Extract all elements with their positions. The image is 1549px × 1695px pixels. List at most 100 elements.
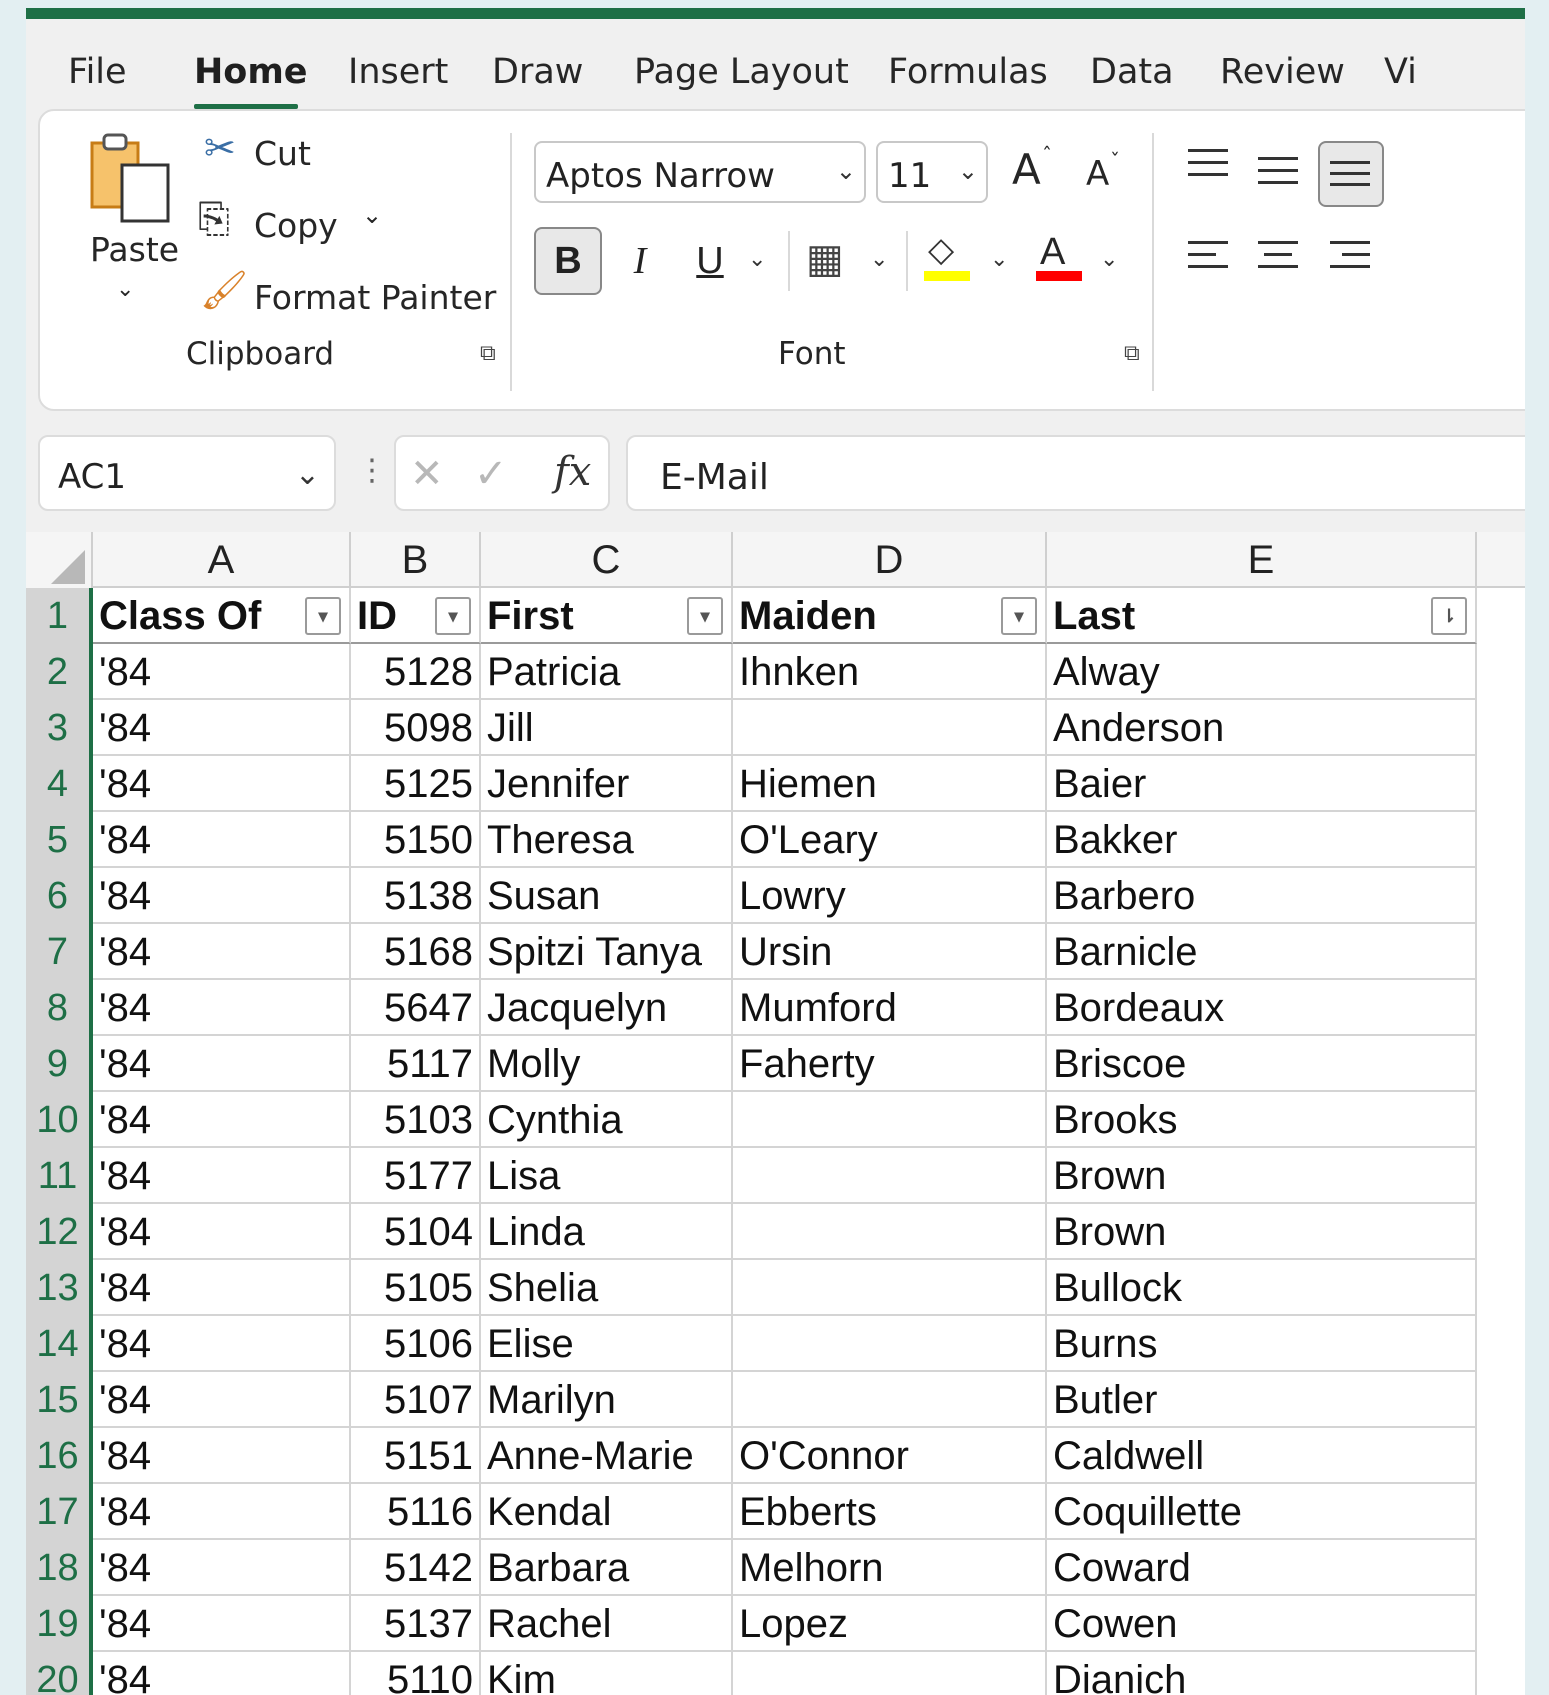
table-cell[interactable]: Jacquelyn — [481, 980, 733, 1036]
table-cell[interactable]: Ihnken — [733, 644, 1047, 700]
font-color-button[interactable]: A — [1040, 233, 1065, 271]
row-header[interactable]: 6 — [26, 868, 89, 924]
italic-button[interactable]: I — [606, 227, 674, 295]
table-cell[interactable] — [733, 1652, 1047, 1695]
table-cell[interactable]: Kim — [481, 1652, 733, 1695]
header-cell[interactable]: ID ▾ — [351, 588, 481, 644]
table-cell[interactable]: Dianich — [1047, 1652, 1477, 1695]
filter-dropdown-button[interactable]: ▾ — [1001, 597, 1037, 635]
table-cell[interactable]: Melhorn — [733, 1540, 1047, 1596]
table-cell[interactable]: 5116 — [351, 1484, 481, 1540]
table-cell[interactable]: '84 — [93, 1540, 351, 1596]
column-header-c[interactable]: C — [481, 532, 733, 588]
cancel-icon[interactable]: ✕ — [410, 451, 444, 497]
table-cell[interactable]: Jill — [481, 700, 733, 756]
row-header[interactable]: 4 — [26, 756, 89, 812]
tab-review[interactable]: Review — [1220, 55, 1345, 90]
table-cell[interactable]: '84 — [93, 1260, 351, 1316]
table-cell[interactable]: Lopez — [733, 1596, 1047, 1652]
table-cell[interactable]: Brown — [1047, 1148, 1477, 1204]
table-cell[interactable]: Butler — [1047, 1372, 1477, 1428]
tab-file[interactable]: File — [68, 55, 127, 90]
row-header[interactable]: 12 — [26, 1204, 89, 1260]
table-cell[interactable] — [733, 1148, 1047, 1204]
fill-color-dropdown-icon[interactable]: ⌄ — [990, 247, 1008, 272]
filter-dropdown-button[interactable]: ▾ — [687, 597, 723, 635]
filter-dropdown-button[interactable]: ▾ — [305, 597, 341, 635]
table-cell[interactable]: '84 — [93, 1148, 351, 1204]
table-cell[interactable]: Linda — [481, 1204, 733, 1260]
table-cell[interactable]: Ursin — [733, 924, 1047, 980]
row-header[interactable]: 9 — [26, 1036, 89, 1092]
align-right-icon[interactable] — [1330, 241, 1378, 285]
column-header-a[interactable]: A — [93, 532, 351, 588]
table-cell[interactable]: Rachel — [481, 1596, 733, 1652]
table-cell[interactable]: Spitzi Tanya — [481, 924, 733, 980]
table-cell[interactable] — [733, 1260, 1047, 1316]
tab-insert[interactable]: Insert — [348, 55, 448, 90]
row-header[interactable]: 18 — [26, 1540, 89, 1596]
row-header[interactable]: 1 — [26, 588, 89, 644]
copy-dropdown-icon[interactable]: ⌄ — [362, 203, 382, 227]
row-header[interactable]: 20 — [26, 1652, 89, 1695]
borders-icon[interactable]: ▦ — [806, 239, 844, 279]
table-cell[interactable]: 5177 — [351, 1148, 481, 1204]
table-cell[interactable]: 5137 — [351, 1596, 481, 1652]
header-cell[interactable]: Class Of ▾ — [93, 588, 351, 644]
paste-button[interactable] — [84, 129, 176, 228]
table-cell[interactable]: Theresa — [481, 812, 733, 868]
table-cell[interactable]: Ebberts — [733, 1484, 1047, 1540]
table-cell[interactable]: 5138 — [351, 868, 481, 924]
table-cell[interactable]: Marilyn — [481, 1372, 733, 1428]
table-cell[interactable]: Mumford — [733, 980, 1047, 1036]
table-cell[interactable]: 5098 — [351, 700, 481, 756]
font-size-select[interactable]: 11 ⌄ — [876, 141, 988, 203]
row-header[interactable]: 10 — [26, 1092, 89, 1148]
table-cell[interactable]: '84 — [93, 1036, 351, 1092]
tab-home[interactable]: Home — [194, 55, 308, 90]
more-options-icon[interactable]: ⋮ — [357, 453, 387, 488]
header-cell[interactable]: Maiden ▾ — [733, 588, 1047, 644]
row-header[interactable]: 13 — [26, 1260, 89, 1316]
insert-function-button[interactable]: fx — [554, 449, 591, 495]
font-color-dropdown-icon[interactable]: ⌄ — [1100, 247, 1118, 272]
tab-draw[interactable]: Draw — [492, 55, 583, 90]
table-cell[interactable]: '84 — [93, 1316, 351, 1372]
align-top-icon[interactable] — [1188, 149, 1236, 193]
formula-input[interactable]: E-Mail — [626, 435, 1525, 511]
table-cell[interactable]: Coquillette — [1047, 1484, 1477, 1540]
paste-dropdown-icon[interactable]: ⌄ — [116, 279, 134, 301]
row-header[interactable]: 5 — [26, 812, 89, 868]
table-cell[interactable]: '84 — [93, 1484, 351, 1540]
table-cell[interactable]: 5647 — [351, 980, 481, 1036]
underline-dropdown-icon[interactable]: ⌄ — [748, 247, 766, 272]
table-cell[interactable]: 5168 — [351, 924, 481, 980]
font-launcher-icon[interactable]: ⧉ — [1124, 343, 1140, 365]
filter-dropdown-button[interactable]: ▾ — [435, 597, 471, 635]
table-cell[interactable]: '84 — [93, 812, 351, 868]
table-cell[interactable]: '84 — [93, 1428, 351, 1484]
table-cell[interactable] — [733, 1372, 1047, 1428]
format-painter-button[interactable]: Format Painter — [254, 281, 496, 314]
table-cell[interactable]: Brooks — [1047, 1092, 1477, 1148]
table-cell[interactable]: Molly — [481, 1036, 733, 1092]
table-cell[interactable]: 5125 — [351, 756, 481, 812]
table-cell[interactable]: Faherty — [733, 1036, 1047, 1092]
table-cell[interactable]: 5151 — [351, 1428, 481, 1484]
tab-formulas[interactable]: Formulas — [888, 55, 1048, 90]
underline-button[interactable]: U — [676, 227, 744, 295]
table-cell[interactable]: O'Connor — [733, 1428, 1047, 1484]
table-cell[interactable]: Baier — [1047, 756, 1477, 812]
filter-dropdown-button[interactable]: ⇂ — [1431, 597, 1467, 635]
paste-label[interactable]: Paste — [90, 233, 179, 266]
table-cell[interactable] — [733, 700, 1047, 756]
row-header[interactable]: 17 — [26, 1484, 89, 1540]
table-cell[interactable]: 5105 — [351, 1260, 481, 1316]
tab-data[interactable]: Data — [1090, 55, 1174, 90]
copy-button[interactable]: Copy — [254, 209, 338, 242]
column-header-d[interactable]: D — [733, 532, 1047, 588]
table-cell[interactable]: '84 — [93, 644, 351, 700]
fill-color-icon[interactable]: ◇ — [928, 233, 954, 267]
table-cell[interactable]: '84 — [93, 1596, 351, 1652]
table-cell[interactable]: '84 — [93, 756, 351, 812]
